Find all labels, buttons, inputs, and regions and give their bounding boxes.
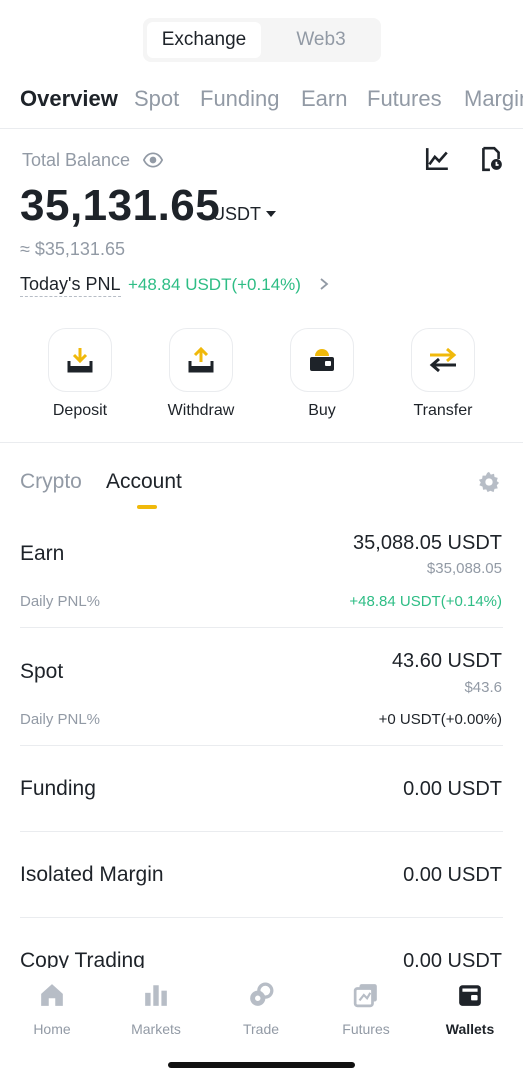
account-name: Funding	[20, 777, 96, 800]
balance-unit-selector[interactable]: USDT	[212, 204, 261, 225]
eye-icon[interactable]	[143, 150, 163, 170]
history-icon[interactable]	[478, 146, 504, 172]
nav-label: Wallets	[445, 1021, 495, 1037]
deposit-icon	[67, 348, 93, 373]
account-name: Isolated Margin	[20, 863, 164, 886]
account-amount: 0.00 USDT	[403, 778, 502, 800]
nav-label: Trade	[242, 1021, 280, 1037]
bar-chart-icon	[145, 985, 167, 1006]
gear-icon[interactable]	[478, 471, 500, 493]
tab-margin[interactable]: Margin	[464, 86, 523, 112]
tab-account[interactable]: Account	[106, 470, 182, 494]
home-indicator[interactable]	[168, 1062, 355, 1068]
futures-icon	[353, 984, 377, 1008]
wallet-tabs: Overview Spot Funding Earn Futures Margi…	[0, 86, 523, 116]
account-name: Spot	[20, 660, 64, 683]
account-name: Earn	[20, 542, 65, 565]
tab-overview[interactable]: Overview	[20, 86, 118, 112]
nav-trade[interactable]: Trade	[221, 982, 301, 1037]
pnl-analysis-icon[interactable]	[424, 146, 450, 172]
total-balance-label: Total Balance	[22, 150, 131, 170]
row-divider	[20, 917, 503, 918]
tab-spot[interactable]: Spot	[134, 86, 179, 112]
tab-futures[interactable]: Futures	[367, 86, 442, 112]
nav-markets[interactable]: Markets	[116, 982, 196, 1037]
daily-pnl-label: Daily PNL%	[20, 593, 101, 610]
withdraw-button[interactable]: Withdraw	[156, 328, 246, 420]
buy-label: Buy	[308, 402, 336, 419]
nav-home[interactable]: Home	[12, 982, 92, 1037]
wallet-buy-icon	[310, 349, 334, 371]
active-tab-indicator	[137, 505, 157, 509]
nav-label: Futures	[342, 1021, 390, 1037]
withdraw-label: Withdraw	[167, 402, 235, 419]
account-amount: 43.60 USDT	[391, 650, 502, 672]
withdraw-icon	[188, 346, 214, 373]
nav-futures[interactable]: Futures	[326, 982, 406, 1037]
account-fiat-value: $35,088.05	[426, 560, 502, 577]
buy-button[interactable]: Buy	[277, 328, 367, 420]
account-amount: 0.00 USDT	[403, 864, 502, 886]
deposit-button[interactable]: Deposit	[35, 328, 125, 420]
total-balance-amount: 35,131.65	[20, 181, 221, 230]
nav-label: Markets	[131, 1021, 181, 1037]
deposit-label: Deposit	[52, 402, 108, 419]
web3-toggle[interactable]: Web3	[265, 22, 377, 58]
account-fiat-value: $43.6	[464, 679, 502, 696]
row-divider	[20, 627, 503, 628]
row-divider	[20, 831, 503, 832]
exchange-web3-switch: Exchange Web3	[143, 18, 381, 62]
section-divider	[0, 442, 523, 443]
chevron-right-icon[interactable]	[318, 276, 330, 292]
nav-label: Home	[33, 1021, 71, 1037]
transfer-label: Transfer	[413, 402, 473, 419]
daily-pnl-value: +0 USDT(+0.00%)	[378, 711, 502, 728]
todays-pnl-label[interactable]: Today's PNL	[20, 274, 121, 297]
caret-down-icon[interactable]	[266, 211, 276, 217]
daily-pnl-label: Daily PNL%	[20, 711, 101, 728]
transfer-arrows-icon	[429, 347, 457, 373]
row-divider	[20, 745, 503, 746]
daily-pnl-value: +48.84 USDT(+0.14%)	[349, 593, 502, 610]
nav-wallets[interactable]: Wallets	[430, 982, 510, 1037]
exchange-toggle[interactable]: Exchange	[147, 22, 261, 58]
account-amount: 35,088.05 USDT	[353, 532, 502, 554]
tab-crypto[interactable]: Crypto	[20, 470, 82, 494]
transfer-button[interactable]: Transfer	[398, 328, 488, 420]
balance-fiat-approx: ≈ $35,131.65	[20, 239, 125, 259]
tab-funding[interactable]: Funding	[200, 86, 280, 112]
trade-icon	[250, 982, 274, 1006]
wallet-icon	[459, 985, 481, 1006]
tab-earn[interactable]: Earn	[301, 86, 347, 112]
todays-pnl-value[interactable]: +48.84 USDT(+0.14%)	[128, 275, 301, 295]
home-icon	[41, 984, 63, 1006]
tabs-divider	[0, 128, 523, 129]
